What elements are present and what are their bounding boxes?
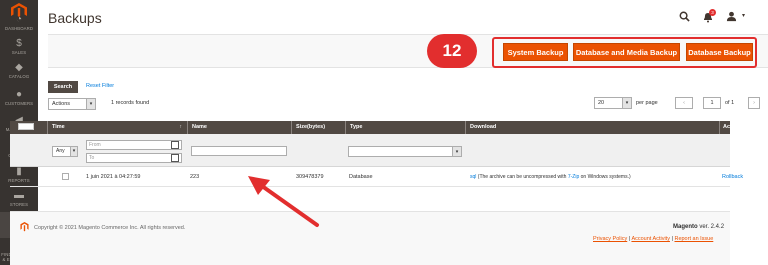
column-header-action: Action — [720, 121, 740, 134]
next-page-button[interactable]: › — [748, 97, 760, 109]
column-header-label: Type — [350, 124, 363, 130]
7zip-link[interactable]: 7-Zip — [568, 174, 579, 180]
report-issue-link[interactable]: Report an Issue — [674, 236, 713, 242]
page-title: Backups — [48, 10, 102, 26]
per-page-label: per page — [636, 100, 658, 106]
callout-step-badge: 12 — [427, 34, 477, 68]
table-row: 1 juin 2021 à 04:27:59 223 309478379 Dat… — [10, 167, 743, 187]
sidebar-item-sales[interactable]: $ SALES — [0, 38, 38, 62]
account-activity-link[interactable]: Account Activity — [631, 236, 670, 242]
chevron-down-icon: ▾ — [452, 147, 461, 156]
current-page-input[interactable]: 1 — [703, 97, 721, 109]
person-icon: ● — [15, 89, 23, 100]
column-header-label: Download — [470, 124, 497, 130]
cell-type: Database — [349, 174, 373, 180]
footer-version-number: ver. 2.4.2 — [699, 224, 725, 230]
calendar-icon[interactable] — [171, 154, 179, 162]
sort-arrow-icon: ↑ — [179, 124, 183, 130]
footer-brand: Magento — [673, 224, 698, 230]
cell-size: 309478379 — [296, 174, 324, 180]
cell-download: sql (The archive can be uncompressed wit… — [470, 167, 631, 187]
sidebar-item-label: SALES — [11, 50, 27, 55]
sidebar-item-customers[interactable]: ● CUSTOMERS — [0, 89, 38, 113]
sidebar-item-label: DASHBOARD — [4, 26, 34, 31]
per-page-select[interactable]: 20 ▾ — [594, 97, 632, 109]
user-menu-caret-icon[interactable]: ▾ — [742, 12, 745, 19]
total-pages-text: of 1 — [725, 100, 735, 106]
sidebar-item-catalog[interactable]: ◆ CATALOG — [0, 62, 38, 86]
mass-actions-select[interactable]: Actions ▾ — [48, 98, 96, 110]
chevron-down-icon: ▾ — [86, 99, 95, 109]
column-header-size[interactable]: Size(bytes) — [292, 121, 346, 134]
prev-page-button[interactable]: ‹ — [675, 97, 693, 109]
column-header-name[interactable]: Name — [188, 121, 292, 134]
filter-select-any[interactable]: Any ▾ — [52, 146, 78, 157]
column-header-label: Name — [192, 124, 207, 130]
column-header-time[interactable]: Time ↑ — [48, 121, 188, 134]
rollback-link[interactable]: Rollback — [722, 167, 743, 187]
cube-icon: ◆ — [15, 62, 23, 73]
cell-time: 1 juin 2021 à 04:27:59 — [86, 174, 141, 180]
mass-select-header[interactable] — [10, 121, 48, 134]
magento-logo-icon — [20, 222, 29, 232]
footer-links: Privacy Policy | Account Activity | Repo… — [593, 236, 713, 242]
time-to-input[interactable]: To — [86, 153, 182, 163]
calendar-icon[interactable] — [171, 141, 179, 149]
row-select-checkbox[interactable] — [62, 173, 69, 180]
per-page-value: 20 — [598, 100, 605, 106]
type-filter-select[interactable]: ▾ — [348, 146, 462, 157]
column-header-type[interactable]: Type — [346, 121, 466, 134]
page-footer: Copyright © 2021 Magento Commerce Inc. A… — [10, 211, 730, 265]
sidebar-item-label: STORES — [9, 202, 29, 207]
download-note-suffix: on Windows systems.) — [580, 174, 631, 180]
sidebar-item-dashboard[interactable]: ◔ DASHBOARD — [0, 14, 38, 38]
column-header-download: Download — [466, 121, 720, 134]
column-header-label: Time — [52, 124, 65, 130]
chevron-down-icon: ▾ — [622, 98, 631, 108]
search-icon[interactable] — [679, 11, 690, 22]
time-to-placeholder: To — [89, 155, 95, 161]
chevron-left-icon: ‹ — [683, 100, 685, 106]
download-note: (The archive can be uncompressed with — [477, 174, 567, 180]
chevron-right-icon: › — [753, 100, 755, 106]
time-from-placeholder: From — [89, 142, 101, 148]
download-sql-link[interactable]: sql — [470, 174, 476, 180]
dollar-icon: $ — [16, 38, 22, 49]
column-header-label: Action — [723, 124, 741, 130]
privacy-policy-link[interactable]: Privacy Policy — [593, 236, 627, 242]
column-header-label: Size(bytes) — [296, 124, 326, 130]
search-button[interactable]: Search — [48, 81, 78, 93]
cell-name: 223 — [190, 174, 200, 180]
dashboard-icon: ◔ — [15, 14, 23, 25]
footer-separator: | — [628, 236, 631, 242]
footer-copyright: Copyright © 2021 Magento Commerce Inc. A… — [34, 225, 186, 231]
callout-highlight-box — [492, 37, 757, 68]
mass-select-checkbox[interactable] — [18, 123, 34, 131]
reset-filter-link[interactable]: Reset Filter — [86, 83, 114, 89]
footer-separator: | — [671, 236, 673, 242]
sidebar-item-label: CUSTOMERS — [4, 101, 34, 106]
records-found-text: 1 records found — [111, 100, 150, 106]
notification-badge: 3 — [709, 9, 716, 16]
filter-any-value: Any — [56, 148, 65, 154]
user-icon[interactable] — [726, 11, 737, 22]
grid-header-row: Time ↑ Name Size(bytes) Type Download Ac… — [10, 121, 740, 134]
name-filter-input[interactable] — [191, 146, 287, 156]
footer-version: Magento ver. 2.4.2 — [673, 224, 724, 230]
store-icon: ▬ — [14, 190, 24, 201]
chevron-down-icon: ▾ — [70, 147, 77, 156]
sidebar-item-label: CATALOG — [8, 74, 30, 79]
mass-actions-value: Actions — [52, 101, 71, 107]
time-from-input[interactable]: From — [86, 140, 182, 150]
